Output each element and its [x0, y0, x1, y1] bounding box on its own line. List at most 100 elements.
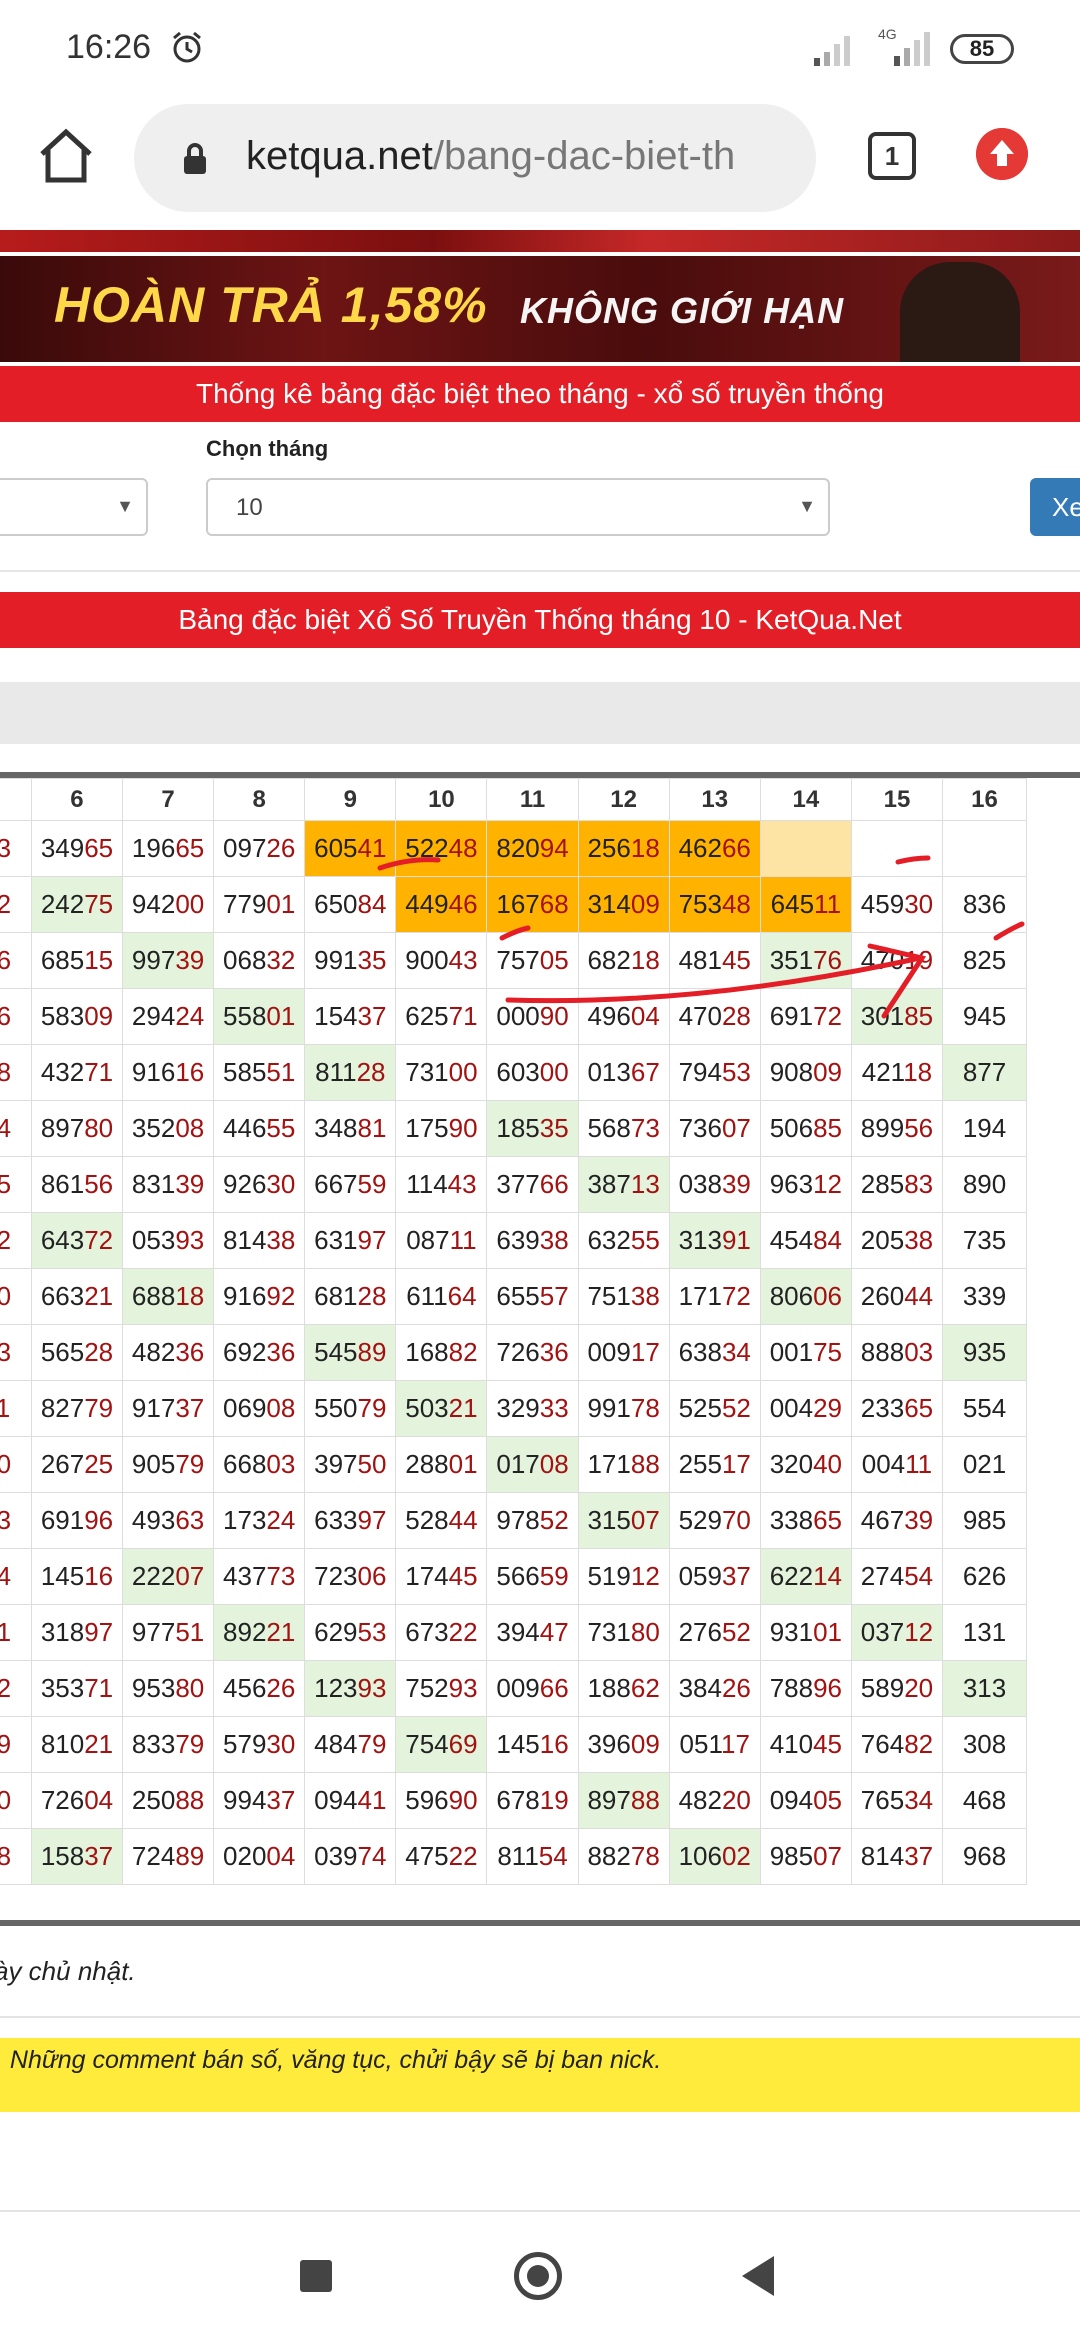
table-cell: 99437 — [213, 1772, 306, 1829]
table-cell: 89788 — [577, 1772, 670, 1829]
recents-icon[interactable] — [300, 2260, 332, 2292]
table-cell: 58309 — [30, 988, 124, 1045]
table-row: 6581583772489020040397447522811548827810… — [0, 1828, 1027, 1885]
table-cell: 91737 — [122, 1380, 215, 1437]
table-cell: 14516 — [30, 1548, 124, 1605]
table-cell: 78896 — [759, 1660, 852, 1717]
table-cell: 90043 — [395, 932, 488, 989]
table-cell: 68818 — [122, 1268, 215, 1325]
table-cell: 81021 — [30, 1716, 124, 1773]
table-row: 7348978035208446553488117590185355687373… — [0, 1100, 1027, 1157]
table-cell: 69236 — [213, 1324, 306, 1381]
back-icon[interactable] — [742, 2256, 774, 2296]
ad-banner[interactable]: HOÀN TRẢ 1,58% KHÔNG GIỚI HẠN — [0, 256, 1080, 362]
month-label: Chọn tháng — [206, 436, 329, 461]
table-cell: 76534 — [850, 1772, 944, 1829]
year-select[interactable]: ▼ — [0, 478, 148, 536]
table-cell: 24275 — [30, 876, 124, 933]
table-cell: 938 — [0, 1044, 32, 1101]
table-cell: 468 — [942, 1772, 1027, 1829]
table-cell: 55801 — [213, 988, 306, 1045]
table-cell: 83139 — [122, 1156, 215, 1213]
table-cell: 00175 — [759, 1324, 852, 1381]
home-icon[interactable] — [34, 124, 98, 188]
table-cell: 35371 — [30, 1660, 124, 1717]
table-cell: 522 — [0, 1212, 32, 1269]
table-cell: 72306 — [304, 1548, 397, 1605]
table-cell: 31507 — [577, 1492, 670, 1549]
table-cell: 28801 — [395, 1436, 488, 1493]
table-cell: 46739 — [850, 1492, 944, 1549]
table-cell: 34965 — [30, 820, 124, 877]
table-cell: 33865 — [759, 1492, 852, 1549]
table-cell: 00090 — [486, 988, 579, 1045]
table-cell: 31391 — [668, 1212, 761, 1269]
table-cell: 69196 — [30, 1492, 124, 1549]
tabs-icon[interactable]: 1 — [868, 132, 916, 180]
table-cell: 926 — [0, 932, 32, 989]
table-cell: 01367 — [577, 1044, 670, 1101]
table-cell: 00966 — [486, 1660, 579, 1717]
table-cell: 63255 — [577, 1212, 670, 1269]
table-row: 5226437205393814386319708711639386325531… — [0, 1212, 1027, 1269]
table-cell: 63397 — [304, 1492, 397, 1549]
table-cell: 25088 — [122, 1772, 215, 1829]
table-cell: 23365 — [850, 1380, 944, 1437]
table-cell: 25618 — [577, 820, 670, 877]
table-cell: 734 — [0, 1100, 32, 1157]
table-cell: 48145 — [668, 932, 761, 989]
table-cell: 01708 — [486, 1436, 579, 1493]
table-cell: 48479 — [304, 1716, 397, 1773]
table-cell: 31409 — [577, 876, 670, 933]
table-cell: 823 — [0, 820, 32, 877]
view-button[interactable]: Xe — [1030, 478, 1080, 536]
table-cell: 50321 — [395, 1380, 488, 1437]
table-cell: 72636 — [486, 1324, 579, 1381]
filter-form: ▼ Chọn tháng 10 ▼ Xe — [0, 422, 1080, 572]
table-cell: 06908 — [213, 1380, 306, 1437]
table-cell: 65557 — [486, 1268, 579, 1325]
table-cell: 05117 — [668, 1716, 761, 1773]
column-header: 11 — [486, 778, 579, 821]
table-cell: 47019 — [850, 932, 944, 989]
table-cell: 45626 — [213, 1660, 306, 1717]
column-header: 14 — [759, 778, 852, 821]
table-cell: 81128 — [304, 1044, 397, 1101]
table-row: 2636919649363173246339752844978523150752… — [0, 1492, 1027, 1549]
table-cell: 60541 — [304, 820, 397, 877]
table-row: 0535652848236692365458916882726360091763… — [0, 1324, 1027, 1381]
update-icon[interactable] — [976, 128, 1028, 180]
table-cell: 960 — [0, 1436, 32, 1493]
signal-icon — [814, 36, 850, 66]
table-cell: 09726 — [213, 820, 306, 877]
column-header: 5 — [0, 778, 32, 821]
table-cell: 996 — [0, 988, 32, 1045]
month-select[interactable]: 10 ▼ — [206, 478, 830, 536]
table-cell: 80606 — [759, 1268, 852, 1325]
table-cell: 03712 — [850, 1604, 944, 1661]
table-cell: 194 — [942, 1100, 1027, 1157]
table-cell: 35208 — [122, 1100, 215, 1157]
table-cell: 75469 — [395, 1716, 488, 1773]
column-header: 12 — [577, 778, 670, 821]
table-cell: 82779 — [30, 1380, 124, 1437]
browser-toolbar: ketqua.net/bang-dac-biet-th 1 — [0, 96, 1080, 230]
table-cell: 00429 — [759, 1380, 852, 1437]
url-path: /bang-dac-biet-th — [432, 134, 736, 178]
table-cell: 82094 — [486, 820, 579, 877]
address-bar[interactable]: ketqua.net/bang-dac-biet-th — [134, 104, 816, 212]
table-cell: 945 — [942, 988, 1027, 1045]
table-cell: 79453 — [668, 1044, 761, 1101]
table-cell: 68515 — [30, 932, 124, 989]
table-cell: 17172 — [668, 1268, 761, 1325]
url-host: ketqua.net — [246, 134, 433, 178]
home-button-icon[interactable] — [514, 2252, 562, 2300]
banner-subtext: KHÔNG GIỚI HẠN — [520, 290, 845, 331]
table-cell: 16768 — [486, 876, 579, 933]
column-header: 13 — [668, 778, 761, 821]
table-cell: 32040 — [759, 1436, 852, 1493]
table-cell: 17445 — [395, 1548, 488, 1605]
section-header: Thống kê bảng đặc biệt theo tháng - xổ s… — [0, 366, 1080, 422]
table-cell: 32933 — [486, 1380, 579, 1437]
results-table-container[interactable]: 5678910111213141516823349651966509726605… — [0, 772, 1080, 1926]
